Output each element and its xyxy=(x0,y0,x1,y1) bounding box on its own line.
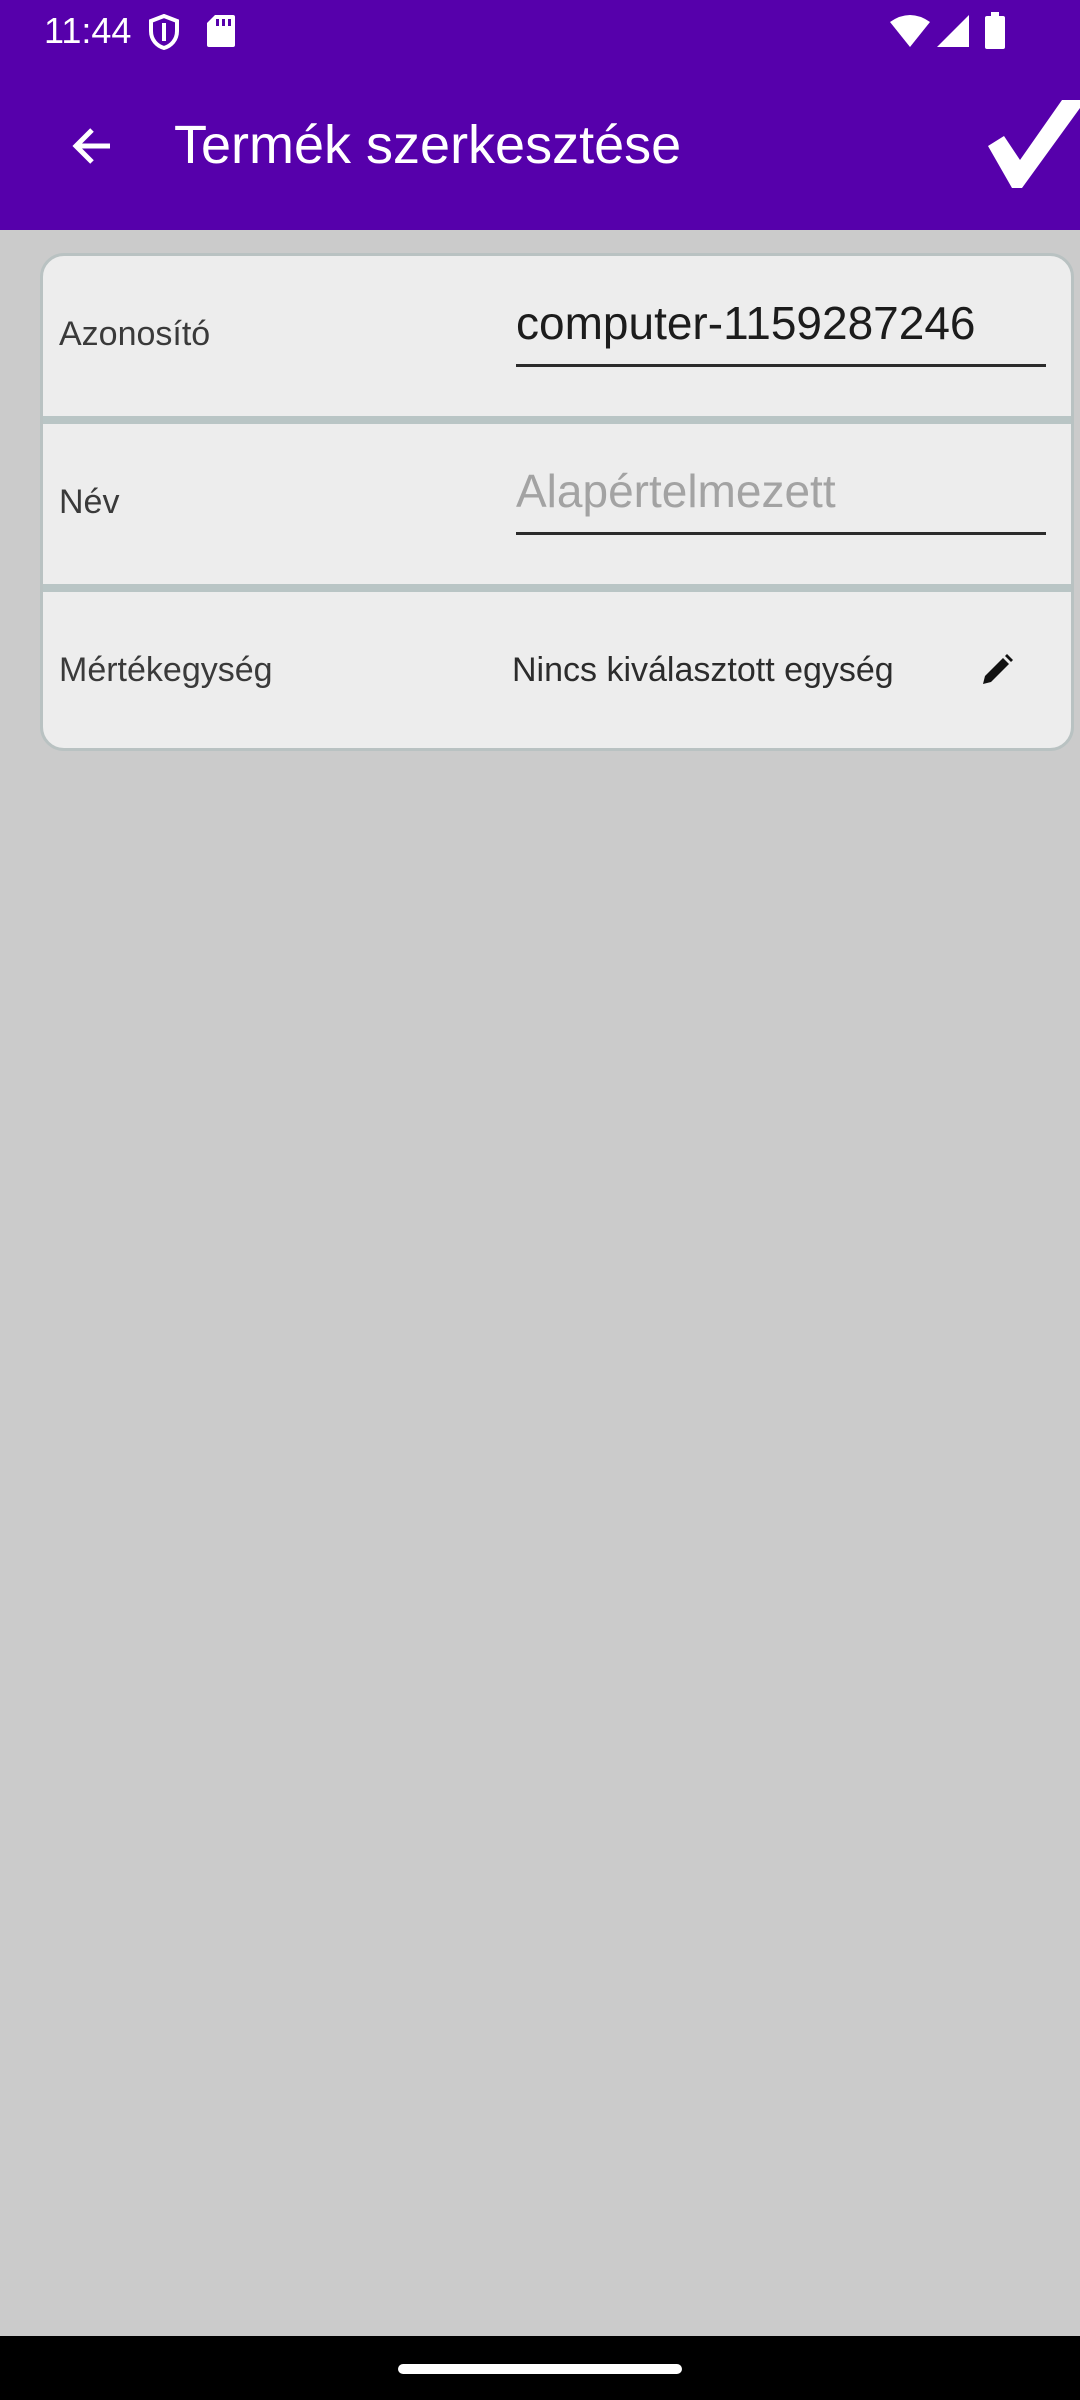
checkmark-icon xyxy=(988,100,1080,188)
name-input[interactable] xyxy=(516,456,1046,526)
unit-row[interactable]: Mértékegység Nincs kiválasztott egység xyxy=(43,592,1071,748)
id-field-underline xyxy=(516,288,1046,367)
app-bar: Termék szerkesztése xyxy=(0,62,1080,230)
status-time: 11:44 xyxy=(44,10,132,51)
save-button[interactable] xyxy=(984,94,1080,194)
unit-value: Nincs kiválasztott egység xyxy=(512,651,894,689)
edit-unit-button[interactable] xyxy=(969,642,1025,698)
id-label: Azonosító xyxy=(59,315,211,353)
name-row: Név xyxy=(43,424,1071,586)
page-title: Termék szerkesztése xyxy=(174,115,682,175)
screen: 11:44 Termék szerkesztése Azonosító comp… xyxy=(0,0,1080,2400)
pencil-icon xyxy=(983,654,1013,684)
unit-label: Mértékegység xyxy=(59,651,273,689)
status-bar: 11:44 xyxy=(0,0,1080,62)
id-input[interactable] xyxy=(516,288,1046,358)
sd-card-icon xyxy=(207,15,235,47)
wifi-icon xyxy=(890,15,930,47)
navigation-bar xyxy=(0,2336,1080,2400)
name-field-underline xyxy=(516,456,1046,535)
name-label: Név xyxy=(59,483,120,521)
product-form-card: Azonosító Név Mértékegység Nincs kiválas… xyxy=(40,253,1074,751)
shield-icon xyxy=(149,14,179,50)
id-row: Azonosító xyxy=(43,256,1071,418)
home-handle[interactable] xyxy=(398,2364,682,2374)
signal-icon xyxy=(937,15,969,47)
row-divider xyxy=(43,416,1071,424)
arrow-back-icon xyxy=(72,128,110,164)
battery-icon xyxy=(985,12,1005,49)
back-button[interactable] xyxy=(48,102,136,190)
row-divider xyxy=(43,584,1071,592)
